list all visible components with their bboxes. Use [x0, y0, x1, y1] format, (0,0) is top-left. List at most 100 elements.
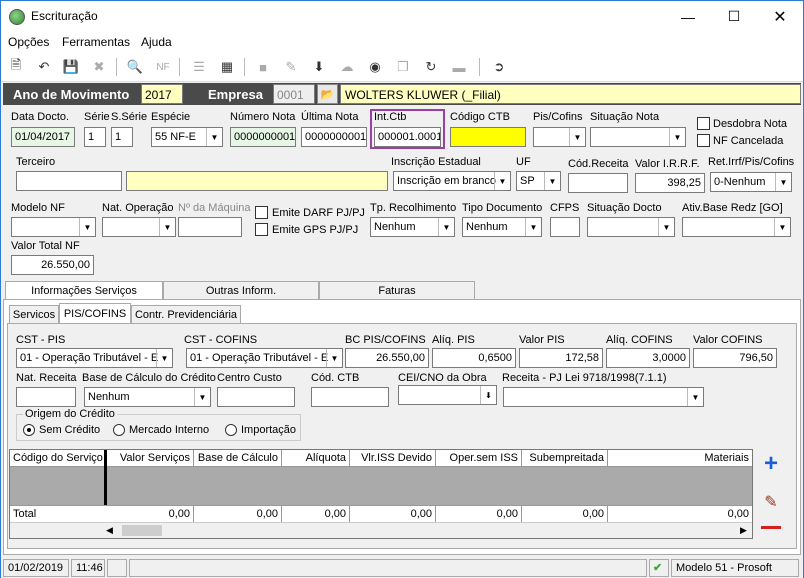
pis-cofins-select[interactable]: ▼	[533, 127, 586, 147]
refresh-icon[interactable]: ↻	[421, 57, 441, 77]
ctb-icon[interactable]: ◉	[365, 57, 385, 77]
doc-icon[interactable]: ■	[253, 57, 273, 77]
tp-recolhimento-select[interactable]: Nenhum ▼	[370, 217, 455, 237]
list-icon[interactable]: ☰	[189, 57, 209, 77]
save-icon[interactable]: 💾	[61, 57, 81, 77]
new-icon[interactable]: 🗎	[6, 57, 26, 77]
nfe-icon[interactable]: NF	[153, 57, 173, 77]
valor-total-field[interactable]: 26.550,00	[11, 255, 94, 275]
cod-ctb-field[interactable]	[311, 387, 389, 407]
numero-nota-field[interactable]: 0000000001	[230, 127, 296, 147]
subtab-servicos[interactable]: Servicos	[9, 305, 59, 323]
total-subempreitada: 0,00	[522, 506, 608, 522]
cloud-icon[interactable]: ☁	[337, 57, 357, 77]
folder-icon[interactable]: 📂	[317, 84, 338, 104]
copy-icon[interactable]: ❐	[393, 57, 413, 77]
ativ-base-select[interactable]: ▼	[682, 217, 791, 237]
cod-ctb-label: Cód. CTB	[311, 372, 360, 384]
receita-lei-select[interactable]: ▼	[503, 387, 704, 407]
sserie-field[interactable]: 1	[111, 127, 133, 147]
tab-informacoes-servicos[interactable]: Informações Serviços	[5, 281, 163, 299]
subtab-pis-cofins[interactable]: PIS/COFINS	[59, 303, 131, 323]
nf-cancelada-checkbox[interactable]	[697, 134, 710, 147]
centro-custo-field[interactable]	[217, 387, 295, 407]
situacao-docto-select[interactable]: ▼	[587, 217, 675, 237]
grid-header: Código do Serviço Valor Serviços Base de…	[10, 450, 752, 467]
emite-darf-checkbox[interactable]	[255, 206, 268, 219]
radio-mercado-interno[interactable]	[113, 424, 125, 436]
bar-icon[interactable]: ▬	[449, 57, 469, 77]
col-aliquota[interactable]: Alíquota	[282, 450, 350, 466]
ret-irrf-select[interactable]: 0-Nenhum ▼	[710, 172, 792, 192]
num-maquina-field[interactable]	[178, 217, 242, 237]
emite-gps-checkbox[interactable]	[255, 223, 268, 236]
valor-irrf-field[interactable]: 398,25	[635, 173, 705, 193]
col-vlr-iss-devido[interactable]: Vlr.ISS Devido	[350, 450, 436, 466]
minimize-button[interactable]: —	[665, 1, 711, 32]
col-materiais[interactable]: Materiais	[608, 450, 752, 466]
base-credito-select[interactable]: Nenhum ▼	[84, 387, 211, 407]
import-icon[interactable]: ⬇	[309, 57, 329, 77]
especie-select[interactable]: 55 NF-E ▼	[151, 127, 223, 147]
ano-field[interactable]: 2017	[141, 84, 183, 104]
desdobra-nota-checkbox[interactable]	[697, 117, 710, 130]
situacao-nota-select[interactable]: ▼	[590, 127, 686, 147]
valor-pis-field[interactable]: 172,58	[519, 348, 603, 368]
edit-icon[interactable]: ✎	[281, 57, 301, 77]
undo-icon[interactable]: ↶	[34, 57, 54, 77]
services-grid[interactable]: Código do Serviço Valor Serviços Base de…	[9, 449, 753, 539]
add-row-icon[interactable]: +	[760, 450, 782, 477]
menu-opcoes[interactable]: Opções	[8, 35, 49, 49]
menu-ajuda[interactable]: Ajuda	[141, 35, 172, 49]
nat-operacao-select[interactable]: ▼	[102, 217, 176, 237]
empresa-code-field[interactable]: 0001	[273, 84, 315, 104]
scroll-right-icon[interactable]: ▶	[740, 525, 747, 536]
radio-sem-credito[interactable]	[23, 424, 35, 436]
cei-select[interactable]: ⬇	[398, 385, 497, 405]
col-base-calculo[interactable]: Base de Cálculo	[194, 450, 282, 466]
aliq-cofins-field[interactable]: 3,0000	[606, 348, 690, 368]
valor-cofins-field[interactable]: 796,50	[693, 348, 777, 368]
tab-faturas[interactable]: Faturas	[319, 281, 475, 299]
tipo-documento-select[interactable]: Nenhum ▼	[462, 217, 542, 237]
total-label: Total	[13, 508, 37, 520]
codigo-ctb-field[interactable]	[450, 127, 526, 147]
inscricao-select[interactable]: Inscrição em branco ▼	[393, 171, 511, 191]
bc-field[interactable]: 26.550,00	[345, 348, 429, 368]
tab-outras-inform[interactable]: Outras Inform.	[163, 281, 319, 299]
serie-field[interactable]: 1	[84, 127, 106, 147]
remove-row-icon[interactable]	[761, 526, 781, 529]
exit-icon[interactable]: ➲	[489, 57, 509, 77]
col-codigo-servico[interactable]: Código do Serviço	[10, 450, 106, 466]
col-oper-sem-iss[interactable]: Oper.sem ISS	[436, 450, 522, 466]
nat-receita-field[interactable]	[16, 387, 76, 407]
col-valor-servicos[interactable]: Valor Serviços	[106, 450, 194, 466]
maximize-button[interactable]: ☐	[711, 1, 757, 32]
scroll-thumb[interactable]	[122, 525, 162, 536]
grid-hscrollbar[interactable]: ◀ ▶	[10, 522, 752, 538]
scroll-left-icon[interactable]: ◀	[106, 525, 113, 536]
subtab-contr-previdenciaria[interactable]: Contr. Previdenciária	[131, 305, 241, 323]
col-subempreitada[interactable]: Subempreitada	[522, 450, 608, 466]
data-docto-field[interactable]: 01/04/2017	[11, 127, 75, 147]
calc-icon[interactable]: ▦	[217, 57, 237, 77]
edit-row-icon[interactable]: ✎	[760, 493, 782, 511]
aliq-pis-field[interactable]: 0,6500	[432, 348, 516, 368]
total-vlr-iss-devido: 0,00	[350, 506, 436, 522]
terceiro-code-field[interactable]	[16, 171, 122, 191]
menu-ferramentas[interactable]: Ferramentas	[62, 35, 130, 49]
modelo-nf-select[interactable]: ▼	[11, 217, 96, 237]
sem-credito-label: Sem Crédito	[39, 424, 101, 436]
delete-icon[interactable]: ✖	[89, 57, 109, 77]
uf-select[interactable]: SP ▼	[516, 171, 561, 191]
cod-receita-field[interactable]	[568, 173, 628, 193]
close-button[interactable]: ✕	[757, 1, 803, 32]
cfps-field[interactable]	[550, 217, 580, 237]
radio-importacao[interactable]	[225, 424, 237, 436]
chevron-down-icon: ▼	[775, 173, 791, 191]
cst-cofins-select[interactable]: 01 - Operação Tributável - E ▼	[186, 348, 343, 368]
tp-recolhimento-label: Tp. Recolhimento	[370, 202, 457, 214]
int-ctb-field[interactable]: 000001.0001	[374, 127, 441, 147]
cst-pis-select[interactable]: 01 - Operação Tributável - E ▼	[16, 348, 173, 368]
preview-icon[interactable]: 🔍	[125, 57, 145, 77]
